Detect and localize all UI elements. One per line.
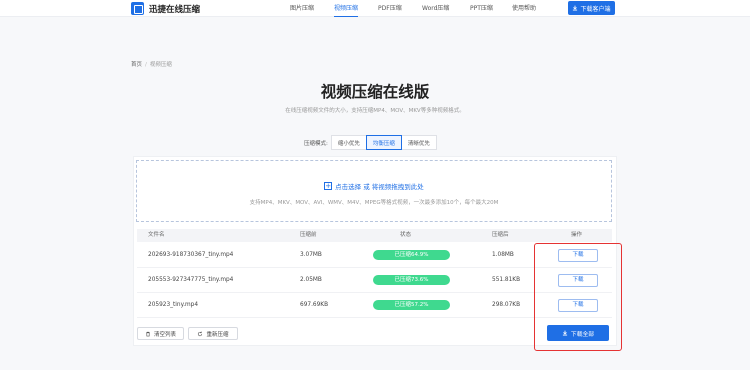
header-action: 操作 xyxy=(571,232,583,238)
header-before: 压缩前 xyxy=(300,232,317,238)
table-row: 202693-918730367_tiny.mp4 3.07MB 已压缩64.9… xyxy=(137,243,612,268)
nav-item-help[interactable]: 使用帮助 xyxy=(512,0,536,17)
refresh-icon xyxy=(198,331,203,336)
table-row: 205553-927347775_tiny.mp4 2.05MB 已压缩73.6… xyxy=(137,268,612,293)
breadcrumb-home[interactable]: 首页 xyxy=(131,62,142,68)
mode-option-clarity[interactable]: 清晰优先 xyxy=(400,135,437,150)
download-icon xyxy=(562,330,567,336)
row-size-before: 2.05MB xyxy=(300,277,322,283)
nav-item-pdf-compress[interactable]: PDF压缩 xyxy=(378,0,402,17)
download-button[interactable]: 下载 xyxy=(558,274,598,287)
page-subtitle: 在线压缩视频文件的大小，支持压缩MP4、MOV、MKV等多种视频格式。 xyxy=(285,108,465,114)
brand-name: 迅捷在线压缩 xyxy=(149,4,201,15)
dropzone-main-text: 点击选择 或 将视频拖拽到此处 xyxy=(335,183,424,191)
row-filename: 202693-918730367_tiny.mp4 xyxy=(148,252,234,258)
compression-mode-label: 压缩模式: xyxy=(304,140,328,147)
header-after: 压缩后 xyxy=(492,232,509,238)
download-client-label: 下载客户端 xyxy=(580,5,611,13)
row-size-after: 1.08MB xyxy=(492,252,514,258)
dropzone-hint: 支持MP4、MKV、MOV、AVI、WMV、M4V、MPEG等格式视频，一次最多… xyxy=(249,200,499,206)
page-title: 视频压缩在线版 xyxy=(320,83,430,101)
recompress-button[interactable]: 重新压缩 xyxy=(188,327,238,340)
recompress-label: 重新压缩 xyxy=(206,331,229,338)
nav-item-ppt-compress[interactable]: PPT压缩 xyxy=(470,0,493,17)
status-badge: 已压缩73.6% xyxy=(373,275,450,285)
nav-item-image-compress[interactable]: 图片压缩 xyxy=(290,0,314,17)
file-dropzone[interactable]: + 点击选择 或 将视频拖拽到此处 支持MP4、MKV、MOV、AVI、WMV、… xyxy=(136,160,612,222)
download-all-button[interactable]: 下载全部 xyxy=(547,325,609,341)
compression-mode-selector: 压缩模式: 缩小优先 均衡压缩 清晰优先 xyxy=(304,135,437,150)
download-client-button[interactable]: 下载客户端 xyxy=(568,1,615,15)
mode-option-balanced[interactable]: 均衡压缩 xyxy=(365,135,402,150)
row-filename: 205553-927347775_tiny.mp4 xyxy=(148,277,234,283)
brand-logo[interactable]: 迅捷在线压缩 xyxy=(131,2,200,15)
row-size-after: 298.07KB xyxy=(492,302,521,308)
row-size-after: 551.81KB xyxy=(492,277,521,283)
breadcrumb: 首页 / 视频压缩 xyxy=(131,60,172,68)
logo-icon xyxy=(131,2,144,15)
nav-item-word-compress[interactable]: Word压缩 xyxy=(422,0,449,17)
row-filename: 205923_tiny.mp4 xyxy=(148,302,199,308)
clear-list-label: 清空列表 xyxy=(153,331,176,338)
status-badge: 已压缩64.9% xyxy=(373,250,450,260)
download-button[interactable]: 下载 xyxy=(558,299,598,312)
download-icon xyxy=(573,5,578,11)
status-badge: 已压缩57.2% xyxy=(373,300,450,310)
row-size-before: 697.69KB xyxy=(300,302,329,308)
table-row: 205923_tiny.mp4 697.69KB 已压缩57.2% 298.07… xyxy=(137,293,612,318)
breadcrumb-separator: / xyxy=(145,62,147,68)
mode-option-smallest[interactable]: 缩小优先 xyxy=(330,135,367,150)
download-button[interactable]: 下载 xyxy=(558,249,598,262)
nav-item-video-compress[interactable]: 视频压缩 xyxy=(334,0,359,17)
dropzone-prompt[interactable]: + 点击选择 或 将视频拖拽到此处 xyxy=(137,181,611,191)
add-file-icon: + xyxy=(324,182,333,190)
download-all-label: 下载全部 xyxy=(570,331,595,338)
file-table-header: 文件名 压缩前 状态 压缩后 操作 xyxy=(137,229,612,242)
breadcrumb-current: 视频压缩 xyxy=(149,62,172,68)
clear-list-button[interactable]: 清空列表 xyxy=(137,327,184,340)
trash-icon xyxy=(146,331,150,336)
top-navigation-bar: 迅捷在线压缩 图片压缩 视频压缩 PDF压缩 Word压缩 PPT压缩 使用帮助… xyxy=(0,0,750,17)
header-filename: 文件名 xyxy=(148,232,165,238)
row-size-before: 3.07MB xyxy=(300,252,322,258)
header-status: 状态 xyxy=(400,232,412,238)
